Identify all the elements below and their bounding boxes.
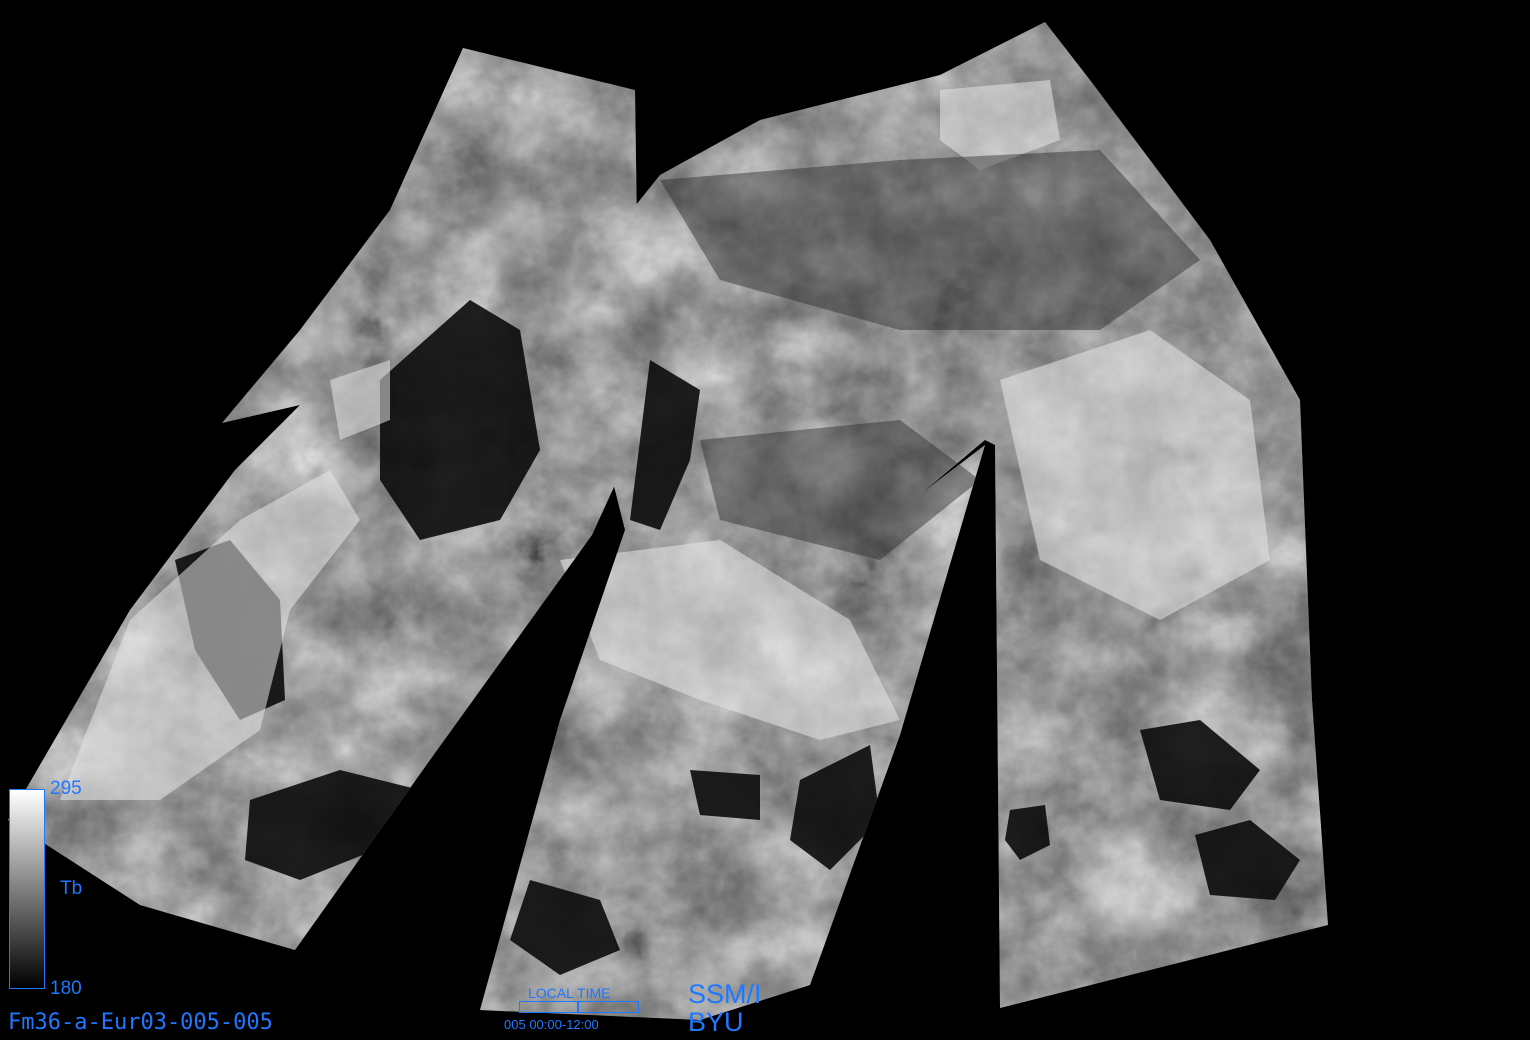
- colorbar: [9, 789, 45, 989]
- local-time-hours: 00:00-12:00: [529, 1017, 599, 1032]
- local-time-bar-fill: [520, 1002, 579, 1012]
- colorbar-variable-label: Tb: [60, 878, 83, 899]
- colorbar-min-label: 180: [50, 978, 82, 999]
- local-time-bar: [519, 1001, 639, 1013]
- brightness-temperature-map: [0, 0, 1530, 1040]
- local-time-range: 005 00:00-12:00: [504, 1017, 599, 1032]
- organization-label: BYU: [688, 1007, 744, 1037]
- sensor-label: SSM/I: [688, 979, 762, 1009]
- local-time-day: 005: [504, 1017, 526, 1032]
- colorbar-max-label: 295: [50, 778, 82, 799]
- local-time-label: LOCAL TIME: [528, 985, 611, 1001]
- image-title: Fm36-a-Eur03-005-005: [8, 1010, 273, 1035]
